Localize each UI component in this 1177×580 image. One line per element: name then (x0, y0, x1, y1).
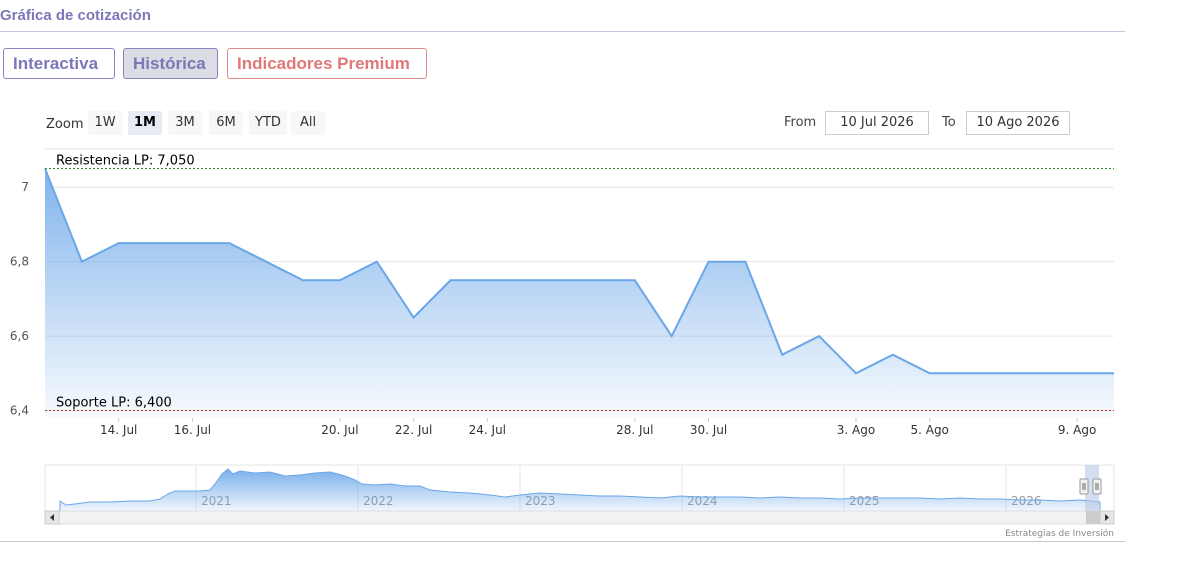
data-point[interactable] (670, 335, 673, 338)
y-tick-label: 7 (21, 180, 29, 194)
chart-section-title: Gráfica de cotización (0, 7, 151, 24)
x-tick-label: 16. Jul (174, 423, 211, 437)
scrollbar-thumb (1086, 511, 1100, 524)
data-point[interactable] (928, 372, 931, 375)
zoom-ytd-button[interactable]: YTD (249, 111, 287, 135)
support-label: Soporte LP: 6,400 (56, 396, 172, 411)
navigator-series (59, 468, 1101, 512)
x-tick-label: 5. Ago (910, 423, 948, 437)
arrow-right-icon (1105, 514, 1109, 521)
data-point[interactable] (449, 279, 452, 282)
data-point[interactable] (523, 279, 526, 282)
data-point[interactable] (228, 242, 231, 245)
data-point[interactable] (781, 353, 784, 356)
footer-divider (0, 541, 1125, 542)
navigator-year-label: 2026 (1011, 494, 1042, 508)
navigator-year-label: 2024 (687, 494, 718, 508)
x-tick-label: 3. Ago (837, 423, 875, 437)
data-point[interactable] (818, 335, 821, 338)
data-point[interactable] (302, 279, 305, 282)
data-point[interactable] (707, 260, 710, 263)
x-tick-label: 28. Jul (616, 423, 653, 437)
tab-indicadores-premium[interactable]: Indicadores Premium (227, 48, 427, 79)
zoom-all-button[interactable]: All (291, 111, 325, 135)
data-point[interactable] (1076, 372, 1079, 375)
data-point[interactable] (1002, 372, 1005, 375)
navigator-selection (1085, 465, 1099, 511)
data-point[interactable] (596, 279, 599, 282)
y-tick-label: 6,4 (10, 404, 29, 418)
price-line (44, 168, 1114, 375)
tab-historica[interactable]: Histórica (123, 48, 218, 79)
data-point[interactable] (375, 260, 378, 263)
data-point[interactable] (191, 242, 194, 245)
zoom-label: Zoom (46, 117, 84, 132)
zoom-3m-button[interactable]: 3M (168, 111, 202, 135)
credits-text: Estrategias de Inversión (1005, 528, 1114, 539)
zoom-1w-button[interactable]: 1W (88, 111, 122, 135)
price-chart: 6,4 6,6 6,8 7 Resistencia LP: 7,050 Soporte… (10, 148, 1116, 539)
x-tick-label: 14. Jul (100, 423, 137, 437)
navigator-handle-left[interactable] (1079, 478, 1089, 495)
price-area (45, 168, 1114, 418)
y-tick-label: 6,8 (10, 255, 29, 269)
y-tick-label: 6,6 (10, 329, 29, 343)
from-date-input[interactable]: 10 Jul 2026 (825, 111, 929, 135)
x-tick-label: 20. Jul (321, 423, 358, 437)
zoom-6m-button[interactable]: 6M (209, 111, 243, 135)
data-point[interactable] (80, 260, 83, 263)
header-divider (0, 31, 1125, 32)
scroll-left-button (44, 510, 60, 525)
data-point[interactable] (412, 316, 415, 319)
to-label: To (942, 115, 956, 130)
resistance-label: Resistencia LP: 7,050 (56, 154, 195, 169)
data-point[interactable] (744, 260, 747, 263)
from-label: From (784, 115, 817, 130)
x-tick-label: 24. Jul (469, 423, 506, 437)
data-point[interactable] (1113, 372, 1116, 375)
navigator-year-label: 2025 (849, 494, 880, 508)
navigator[interactable]: 2021 2022 2023 2024 2025 2026 (44, 464, 1115, 512)
data-point[interactable] (1039, 372, 1042, 375)
x-tick-label: 22. Jul (395, 423, 432, 437)
navigator-year-label: 2023 (525, 494, 556, 508)
data-point[interactable] (965, 372, 968, 375)
navigator-year-label: 2022 (363, 494, 394, 508)
navigator-year-label: 2021 (201, 494, 232, 508)
scrollbar[interactable] (44, 510, 1115, 525)
data-point[interactable] (117, 242, 120, 245)
data-point[interactable] (633, 279, 636, 282)
scroll-right-button (1099, 510, 1115, 525)
data-point[interactable] (265, 260, 268, 263)
data-point[interactable] (44, 167, 47, 170)
tab-interactiva[interactable]: Interactiva (3, 48, 115, 79)
x-tick-label: 9. Ago (1058, 423, 1096, 437)
navigator-handle-right[interactable] (1092, 478, 1102, 495)
data-point[interactable] (891, 353, 894, 356)
data-point[interactable] (486, 279, 489, 282)
data-point[interactable] (854, 372, 857, 375)
data-point[interactable] (154, 242, 157, 245)
x-tick-label: 30. Jul (690, 423, 727, 437)
data-point[interactable] (560, 279, 563, 282)
data-point[interactable] (338, 279, 341, 282)
to-date-input[interactable]: 10 Ago 2026 (966, 111, 1070, 135)
zoom-1m-button[interactable]: 1M (128, 111, 162, 135)
arrow-left-icon (50, 514, 54, 521)
